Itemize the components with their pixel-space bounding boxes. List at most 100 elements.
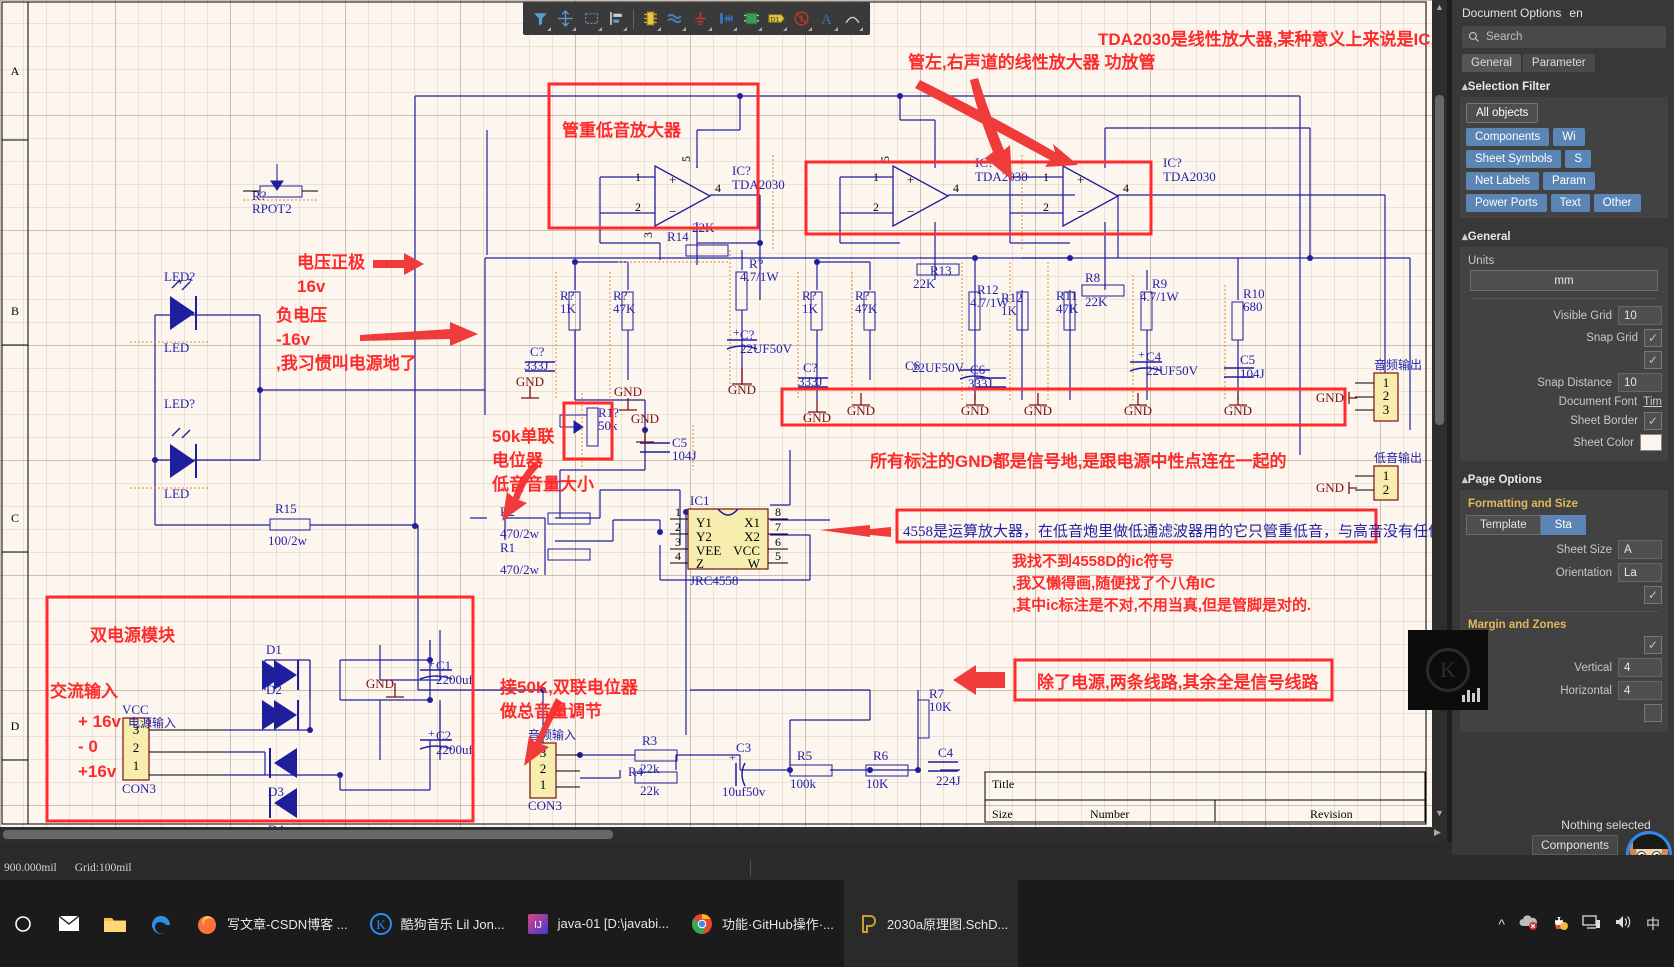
components-tab[interactable]: Components (1531, 835, 1618, 855)
schematic-canvas[interactable]: A B C D Title Size Number Revision R? RP… (0, 0, 1447, 842)
right-properties-panel[interactable]: Document Options en Search General Param… (1452, 0, 1674, 855)
snap-distance-field[interactable]: 10 (1618, 373, 1662, 392)
filter-sheet-symbols[interactable]: Sheet Symbols (1466, 150, 1562, 168)
component-c-333j-a: C? 333J (524, 344, 555, 373)
filter-wires[interactable]: Wi (1553, 128, 1585, 146)
select-area-icon[interactable] (579, 6, 602, 32)
row-horizontal: Horizontal 4 (1466, 681, 1662, 700)
panel-title: Document Options (1462, 6, 1562, 20)
sheet-size-field[interactable]: A (1618, 540, 1662, 559)
seg-standard[interactable]: Sta (1540, 515, 1586, 535)
annotation-bass-amp: 管重低音放大器 (562, 120, 682, 140)
system-tray[interactable]: ^ 中 (1498, 912, 1674, 935)
place-wire-icon[interactable] (664, 6, 687, 32)
tray-chevron-icon[interactable]: ^ (1498, 916, 1505, 932)
page-options-heading[interactable]: Page Options (1452, 465, 1674, 490)
scroll-up-arrow[interactable]: ▲ (1432, 2, 1447, 17)
filter-other[interactable]: Other (1593, 194, 1641, 212)
net-label-icon[interactable]: D1 (765, 6, 788, 32)
panel-tabs[interactable]: General Parameter (1452, 54, 1674, 72)
filter-power-ports[interactable]: Power Ports (1466, 194, 1547, 212)
horizontal-field[interactable]: 4 (1618, 681, 1662, 700)
filter-text[interactable]: Text (1550, 194, 1590, 212)
taskbar-mail[interactable] (46, 880, 92, 967)
svg-text:D1: D1 (771, 16, 780, 23)
filter-all-objects[interactable]: All objects (1466, 103, 1539, 123)
tab-parameter[interactable]: Parameter (1522, 54, 1595, 72)
tray-ime-icon[interactable]: 中 (1646, 914, 1660, 934)
taskbar-firefox[interactable]: 写文章-CSDN博客 ... (184, 880, 358, 967)
schematic-toolbar[interactable]: D1 A (523, 2, 870, 35)
filter-components[interactable]: Components (1466, 128, 1550, 146)
taskbar-start-cortana[interactable] (0, 880, 46, 967)
seg-template[interactable]: Template (1466, 515, 1541, 535)
selection-filter-heading[interactable]: Selection Filter (1452, 72, 1674, 97)
crosshair-icon[interactable] (554, 6, 577, 32)
place-sheet-symbol-icon[interactable] (740, 6, 763, 32)
component-c5-104j-right: C5 104J (1224, 352, 1265, 381)
filter-parameters[interactable]: Param (1542, 172, 1595, 190)
taskbar-chrome-label: 功能·GitHub操作·... (721, 917, 834, 932)
row-sheet-color: Sheet Color (1466, 434, 1662, 451)
filter-net-labels[interactable]: Net Labels (1466, 172, 1539, 190)
no-erc-icon[interactable] (790, 6, 813, 32)
svg-text:C1: C1 (436, 658, 451, 673)
svg-text:2: 2 (873, 200, 879, 214)
place-text-icon[interactable]: A (815, 6, 838, 32)
svg-text:R1: R1 (500, 540, 515, 555)
svg-text:+: + (1077, 172, 1084, 187)
taskbar-chrome[interactable]: 功能·GitHub操作·... (679, 880, 844, 967)
units-label: Units (1468, 255, 1495, 267)
margin-checkbox[interactable]: ✓ (1644, 636, 1662, 654)
taskbar-file-explorer[interactable] (92, 880, 138, 967)
tray-volume-icon[interactable] (1614, 914, 1633, 933)
svg-text:+: + (428, 656, 435, 670)
taskbar-edge[interactable] (138, 880, 184, 967)
tab-general[interactable]: General (1462, 54, 1521, 72)
taskbar-intellij[interactable]: IJ java-01 [D:\javabi... (515, 880, 679, 967)
taskbar-altium[interactable]: 2030a原理图.SchD... (843, 880, 1019, 967)
units-value[interactable]: mm (1470, 270, 1658, 291)
svg-text:3: 3 (1383, 402, 1390, 417)
component-rpot2: R? RPOT2 (243, 164, 318, 216)
document-font-value[interactable]: Tim (1643, 396, 1662, 408)
align-icon[interactable] (605, 6, 628, 32)
search-input[interactable]: Search (1462, 26, 1666, 48)
svg-text:GND: GND (803, 410, 831, 425)
visible-grid-field[interactable]: 10 (1618, 306, 1662, 325)
formatting-heading: Formatting and Size (1468, 498, 1578, 510)
place-port-icon[interactable] (715, 6, 738, 32)
svg-text:8: 8 (775, 505, 781, 519)
row-document-font: Document Font Tim (1466, 396, 1662, 408)
vertical-field[interactable]: 4 (1618, 658, 1662, 677)
vscroll-thumb[interactable] (1435, 95, 1444, 425)
place-arc-icon[interactable] (841, 6, 864, 32)
tray-qq-icon[interactable] (1551, 912, 1569, 935)
kugou-floating-widget[interactable]: K (1408, 630, 1488, 710)
orientation-field[interactable]: La (1618, 563, 1662, 582)
snap-grid-checkbox[interactable]: ✓ (1644, 329, 1662, 347)
canvas-horizontal-scrollbar[interactable]: ▶ (0, 827, 1447, 842)
tray-onedrive-icon[interactable] (1518, 914, 1538, 933)
filter-sheet-entries[interactable]: S (1565, 150, 1592, 168)
scroll-right-arrow[interactable]: ▶ (1430, 827, 1445, 842)
filter-icon[interactable] (529, 6, 552, 32)
svg-text:50k: 50k (598, 418, 618, 433)
sheet-border-checkbox[interactable]: ✓ (1644, 412, 1662, 430)
general-heading[interactable]: General (1452, 222, 1674, 247)
hscroll-thumb[interactable] (3, 830, 613, 839)
taskbar-kugou[interactable]: K 酷狗音乐 Lil Jon... (358, 880, 515, 967)
windows-taskbar[interactable]: 写文章-CSDN博客 ... K 酷狗音乐 Lil Jon... IJ java… (0, 880, 1674, 967)
zone-label-c: C (11, 511, 19, 525)
svg-text:5: 5 (679, 156, 693, 162)
component-c2: + C2 2200uf (419, 726, 474, 757)
place-component-icon[interactable] (639, 6, 662, 32)
tray-network-icon[interactable] (1582, 914, 1601, 933)
margin-extra-checkbox[interactable] (1644, 704, 1662, 722)
place-ground-icon[interactable] (689, 6, 712, 32)
snap-extra-checkbox[interactable]: ✓ (1644, 351, 1662, 369)
scroll-down-arrow[interactable]: ▼ (1432, 808, 1447, 823)
format-segmented-control[interactable]: Template Sta (1466, 515, 1662, 535)
page-extra-checkbox[interactable]: ✓ (1644, 586, 1662, 604)
sheet-color-swatch[interactable] (1640, 434, 1662, 451)
